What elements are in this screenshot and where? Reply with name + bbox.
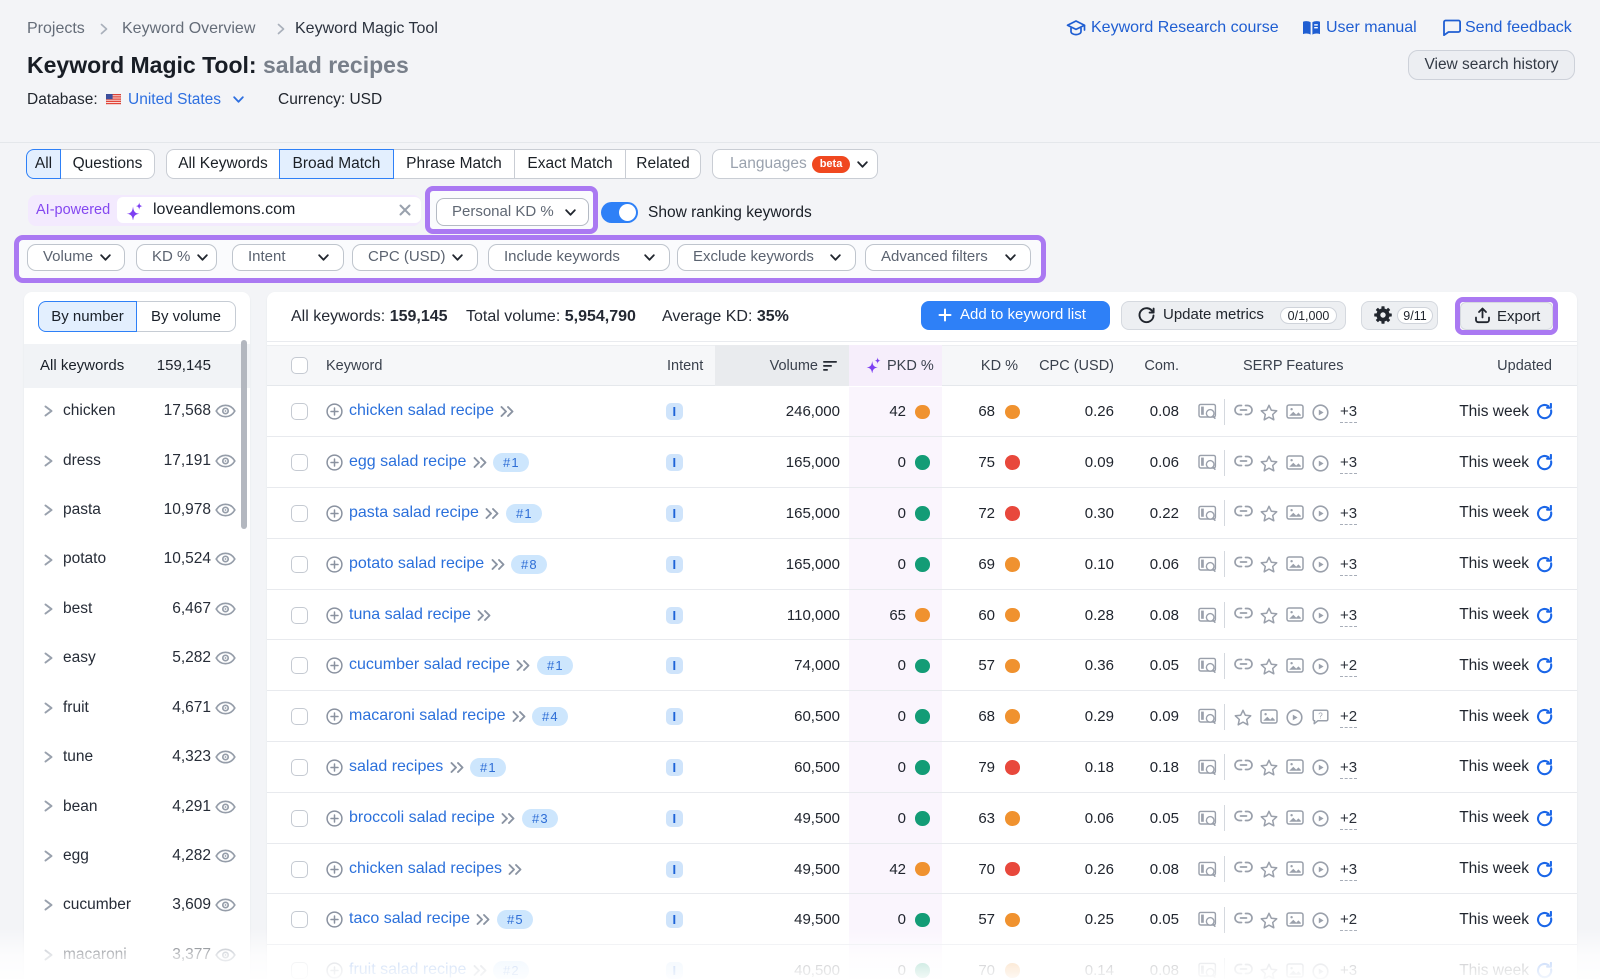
svg-text:?: ? [1318,711,1323,720]
